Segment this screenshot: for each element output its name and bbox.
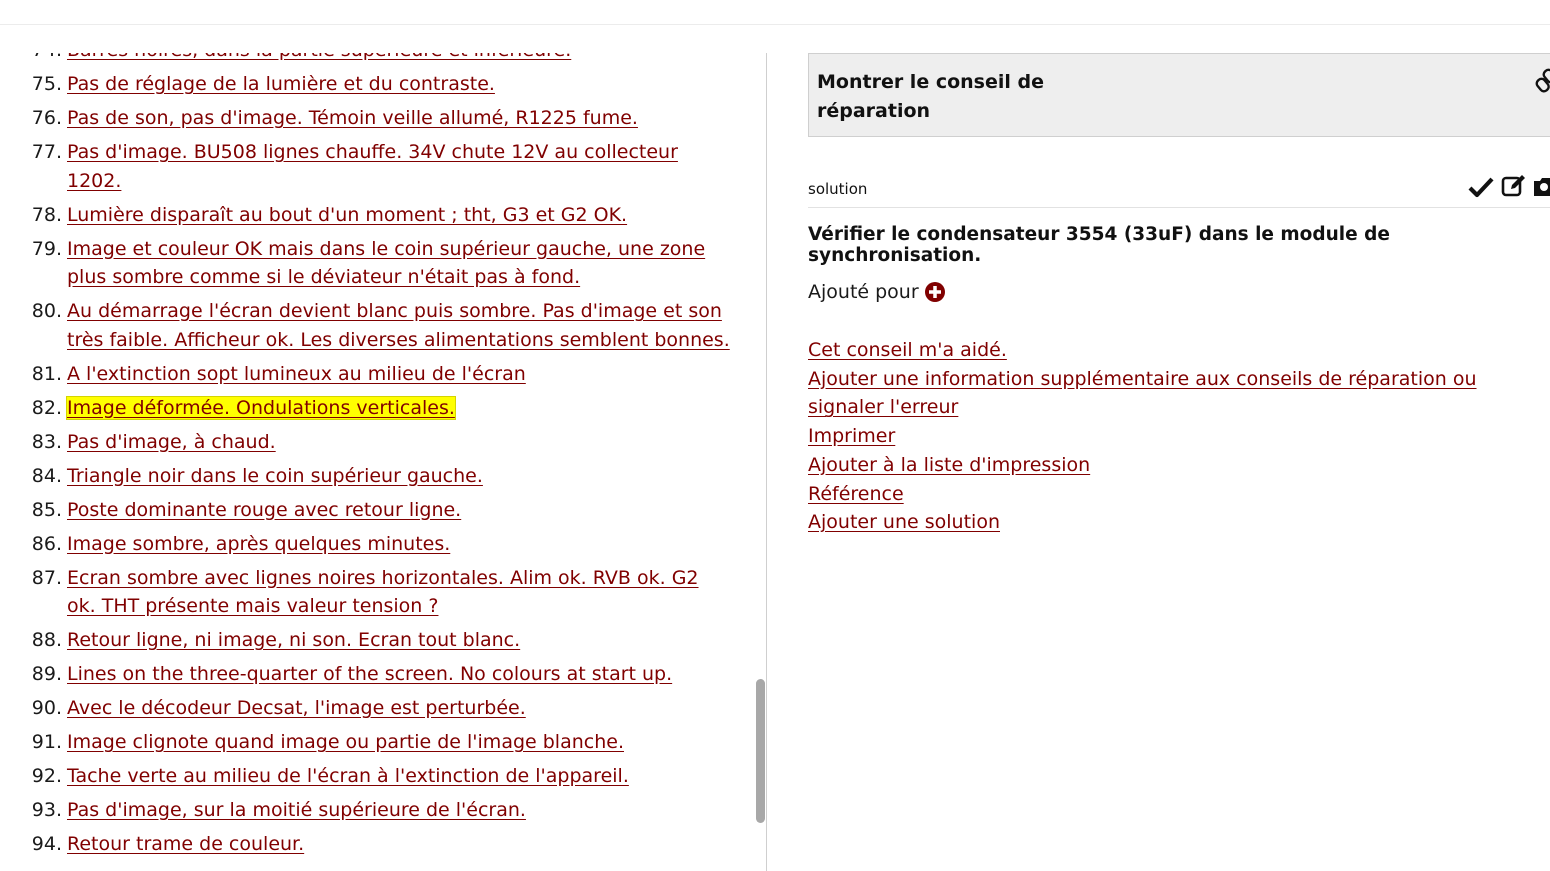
plus-circle-icon[interactable] [924, 282, 945, 302]
item-number: 74. [0, 53, 67, 65]
item-number: 92. [31, 765, 62, 787]
item-number: 75. [31, 73, 62, 95]
list-item: 74. Barres noires, dans la partie supéri… [0, 53, 750, 65]
added-for: Ajouté pour [808, 281, 945, 303]
fault-link[interactable]: Avec le décodeur Decsat, l'image est per… [67, 697, 526, 719]
item-number: 77. [31, 141, 62, 163]
fault-link[interactable]: Image clignote quand image ou partie de … [67, 731, 624, 753]
fault-link[interactable]: Barres noires, dans la partie supérieure… [67, 53, 571, 61]
item-number: 78. [31, 203, 62, 226]
item-number: 93. [31, 799, 62, 821]
list-item: 76. Pas de son, pas d'image. Témoin veil… [0, 104, 750, 133]
item-number: 86. [31, 532, 62, 555]
link-icon[interactable] [1535, 68, 1550, 94]
fault-link[interactable]: Tache verte au milieu de l'écran à l'ext… [67, 765, 629, 787]
item-number: 83. [31, 430, 62, 453]
camera-icon[interactable] [1534, 175, 1550, 201]
list-item: 94. Retour trame de couleur. [0, 830, 750, 859]
fault-link[interactable]: Pas de réglage de la lumière et du contr… [67, 73, 495, 95]
list-item: 92. Tache verte au milieu de l'écran à l… [0, 762, 750, 791]
helped-link[interactable]: Cet conseil m'a aidé. [808, 336, 1528, 365]
fault-link[interactable]: Au démarrage l'écran devient blanc puis … [67, 300, 730, 351]
fault-link[interactable]: Triangle noir dans le coin supérieur gau… [67, 465, 483, 487]
add-solution-link[interactable]: Ajouter une solution [808, 508, 1528, 537]
item-number: 81. [31, 362, 62, 385]
item-number: 91. [31, 731, 62, 753]
list-item: 84. Triangle noir dans le coin supérieur… [0, 462, 750, 491]
item-number: 79. [31, 237, 62, 260]
add-to-print-list-link[interactable]: Ajouter à la liste d'impression [808, 451, 1528, 480]
list-item: 91. Image clignote quand image ou partie… [0, 728, 750, 757]
list-item: 80. Au démarrage l'écran devient blanc p… [0, 297, 750, 354]
fault-list-pane[interactable]: 74. Barres noires, dans la partie supéri… [0, 53, 766, 871]
item-number: 85. [31, 498, 62, 521]
list-item: 75. Pas de réglage de la lumière et du c… [0, 70, 750, 99]
list-item: 90. Avec le décodeur Decsat, l'image est… [0, 694, 750, 723]
item-number: 84. [31, 464, 62, 487]
list-item: 85. Poste dominante rouge avec retour li… [0, 496, 750, 525]
item-number: 88. [31, 629, 62, 651]
fault-link[interactable]: A l'extinction sopt lumineux au milieu d… [67, 363, 526, 385]
fault-link[interactable]: Retour ligne, ni image, ni son. Ecran to… [67, 629, 520, 651]
list-item: 88. Retour ligne, ni image, ni son. Ecra… [0, 626, 750, 655]
edit-icon[interactable] [1501, 174, 1527, 202]
list-item: 89. Lines on the three-quarter of the sc… [0, 660, 750, 689]
fault-link[interactable]: Image et couleur OK mais dans le coin su… [67, 238, 705, 289]
fault-link-highlighted[interactable]: Image déformée. Ondulations verticales. [66, 395, 456, 420]
item-number: 90. [31, 697, 62, 719]
fault-link[interactable]: Pas d'image, à chaud. [67, 431, 276, 453]
list-item: 82. Image déformée. Ondulations vertical… [0, 394, 750, 423]
reference-link[interactable]: Référence [808, 480, 1528, 509]
list-item: 83. Pas d'image, à chaud. [0, 428, 750, 457]
tip-actions: Cet conseil m'a aidé. Ajouter une inform… [808, 336, 1528, 537]
list-item: 86. Image sombre, après quelques minutes… [0, 530, 750, 559]
list-item: 79. Image et couleur OK mais dans le coi… [0, 235, 750, 292]
item-number: 80. [31, 300, 62, 322]
add-info-link[interactable]: Ajouter une information supplémentaire a… [808, 365, 1528, 422]
fault-link[interactable]: Poste dominante rouge avec retour ligne. [67, 499, 461, 521]
check-icon[interactable] [1468, 176, 1494, 202]
item-number: 76. [31, 107, 62, 129]
scrollbar[interactable] [756, 53, 766, 871]
fault-link[interactable]: Retour trame de couleur. [67, 833, 304, 855]
item-number: 94. [31, 833, 62, 855]
print-link[interactable]: Imprimer [808, 422, 1528, 451]
tip-title[interactable]: Montrer le conseil de réparation [817, 68, 1047, 126]
fault-link[interactable]: Pas d'image. BU508 lignes chauffe. 34V c… [67, 141, 678, 192]
fault-link[interactable]: Lines on the three-quarter of the screen… [67, 663, 672, 685]
fault-link[interactable]: Lumière disparaît au bout d'un moment ; … [67, 204, 627, 226]
list-item: 93. Pas d'image, sur la moitié supérieur… [0, 796, 750, 825]
fault-link[interactable]: Pas d'image, sur la moitié supérieure de… [67, 799, 526, 821]
solution-text: Vérifier le condensateur 3554 (33uF) dan… [808, 224, 1390, 266]
top-bar [0, 0, 1550, 25]
item-number: 87. [31, 566, 62, 589]
list-item: 78. Lumière disparaît au bout d'un momen… [0, 201, 750, 230]
fault-link[interactable]: Ecran sombre avec lignes noires horizont… [67, 567, 699, 618]
repair-tip-box[interactable]: Montrer le conseil de réparation [808, 53, 1550, 137]
list-item: 87. Ecran sombre avec lignes noires hori… [0, 564, 750, 621]
item-number: 89. [31, 663, 62, 685]
list-item: 81. A l'extinction sopt lumineux au mili… [0, 360, 750, 389]
solution-label: solution [808, 180, 868, 198]
added-for-label: Ajouté pour [808, 281, 919, 303]
list-item: 77. Pas d'image. BU508 lignes chauffe. 3… [0, 138, 750, 195]
fault-list: 74. Barres noires, dans la partie supéri… [0, 53, 750, 864]
item-number: 82. [31, 396, 62, 419]
solution-header: solution [808, 172, 1550, 208]
scrollbar-thumb[interactable] [756, 679, 765, 823]
fault-link[interactable]: Pas de son, pas d'image. Témoin veille a… [67, 107, 638, 129]
pane-divider [766, 53, 767, 871]
fault-link[interactable]: Image sombre, après quelques minutes. [67, 533, 450, 555]
